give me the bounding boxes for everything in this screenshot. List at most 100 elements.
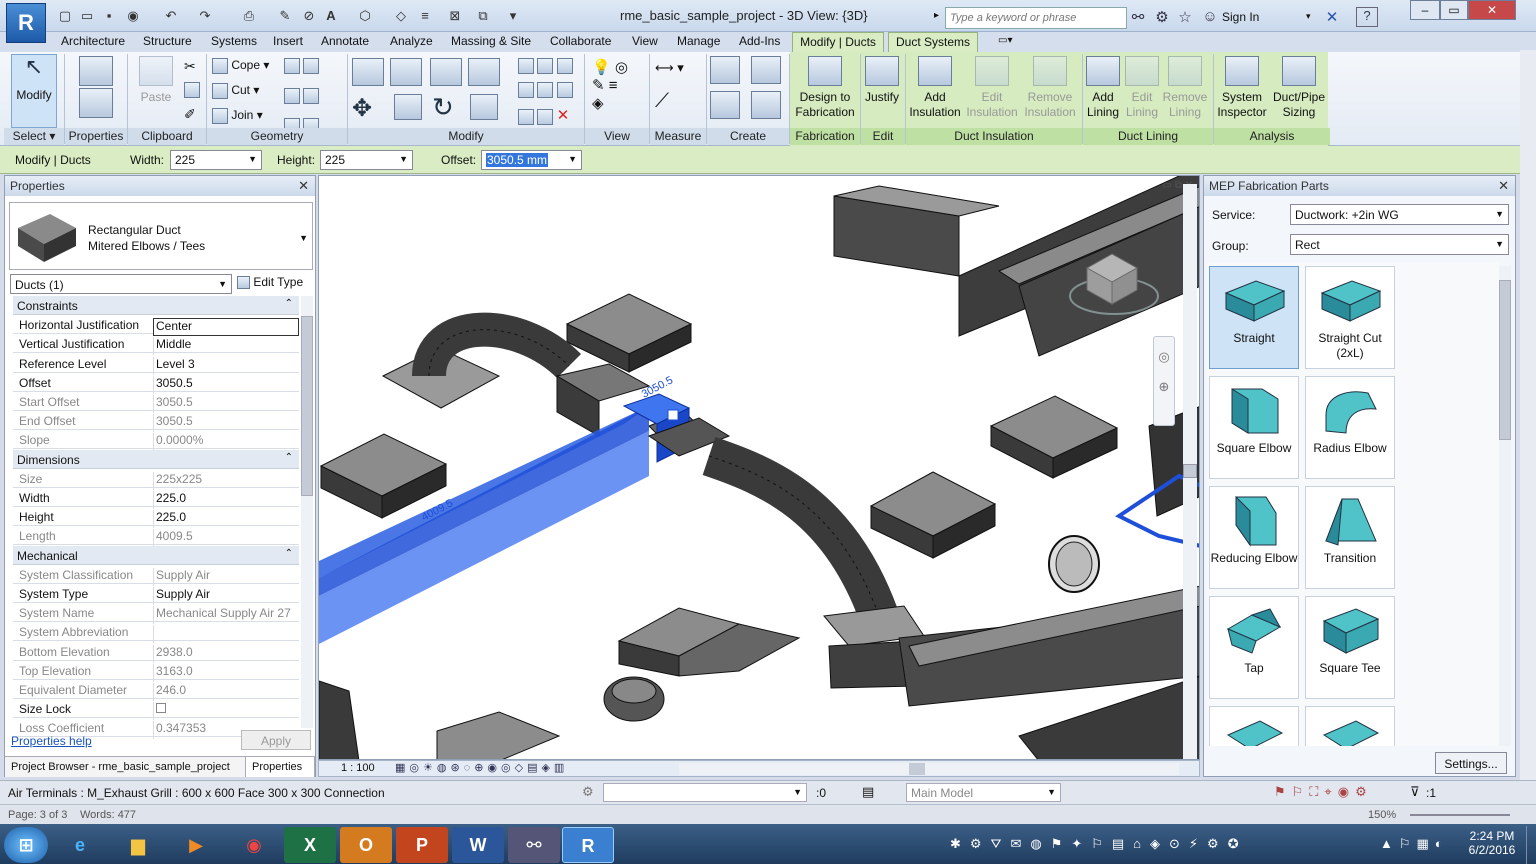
offset-icon[interactable] — [390, 58, 422, 86]
part-tap[interactable]: Tap — [1209, 596, 1299, 699]
scrollbar-thumb[interactable] — [1183, 464, 1197, 478]
clock[interactable]: 2:24 PM 6/2/2016 — [1462, 829, 1522, 857]
create-similar-icon[interactable] — [710, 56, 740, 84]
group-select[interactable]: Rect ▼ — [1290, 234, 1509, 255]
powerpoint-icon[interactable]: P — [396, 827, 448, 863]
hide-bulb-icon[interactable]: 💡 — [592, 59, 611, 76]
trim-extend-icon[interactable] — [470, 94, 498, 120]
array-icon[interactable] — [518, 82, 573, 98]
scrollbar-thumb[interactable] — [909, 763, 925, 775]
tab-analyze[interactable]: Analyze — [390, 34, 433, 48]
part-straight-cut[interactable]: Straight Cut (2xL) — [1305, 266, 1395, 369]
tab-view[interactable]: View — [632, 34, 658, 48]
system-tray-icons[interactable]: ✱⚙⛛✉◍⚑✦⚐▤⌂◈⊙⚡⚙✪ — [950, 836, 1310, 854]
part-transition[interactable]: Transition — [1305, 486, 1395, 589]
scale-icon[interactable]: ✕ — [518, 106, 569, 125]
help-search-input[interactable]: Type a keyword or phrase — [945, 7, 1127, 29]
properties-scrollbar[interactable] — [301, 296, 313, 728]
measure-icon[interactable]: ✎ — [276, 7, 294, 25]
property-row[interactable]: System Type Supply Air — [13, 584, 299, 605]
start-button[interactable]: ⊞ — [4, 827, 48, 863]
property-row[interactable]: Vertical Justification Middle — [13, 334, 299, 356]
collapse-icon[interactable]: ⌃ — [285, 548, 293, 559]
modify-tool-button[interactable]: ↖ Modify — [11, 54, 57, 128]
property-row[interactable]: System Classification Supply Air — [13, 565, 299, 586]
close-icon[interactable]: ✕ — [1498, 178, 1509, 194]
scrollbar-thumb[interactable] — [1499, 280, 1511, 440]
ribbon-minimize-icon[interactable]: ▭▾ — [998, 35, 1012, 46]
sync-icon[interactable]: ◉ — [124, 7, 142, 25]
part-square-tee[interactable]: Square Tee — [1305, 596, 1395, 699]
qat-dropdown-icon[interactable]: ▾ — [504, 7, 522, 25]
part-radius-elbow[interactable]: Radius Elbow — [1305, 376, 1395, 479]
remove-lining-button[interactable]: Remove Lining — [1162, 56, 1208, 120]
internet-explorer-icon[interactable]: e — [54, 827, 106, 863]
view-scale[interactable]: 1 : 100 — [341, 762, 375, 774]
maximize-button[interactable]: ▭ — [1440, 0, 1468, 20]
create-assembly-icon[interactable] — [751, 91, 782, 119]
favorites-star-icon[interactable]: ☆ — [1175, 8, 1195, 26]
split-face-icon[interactable] — [284, 58, 300, 74]
copy-icon[interactable] — [184, 82, 200, 98]
paint-icon[interactable] — [303, 58, 320, 74]
match-properties-icon[interactable]: ✐ — [184, 106, 196, 123]
width-select[interactable]: 225 ▼ — [170, 150, 262, 170]
sign-in-dropdown-icon[interactable]: ▾ — [1306, 11, 1311, 22]
help-icon[interactable]: ? — [1356, 7, 1378, 27]
cut-geometry-button[interactable]: Cut ▾ — [212, 83, 259, 99]
view-control-icons[interactable]: ▦◎☀◍⊛◌⊕◉◎◇▤◈▥ — [395, 761, 568, 774]
remove-insulation-button[interactable]: Remove Insulation — [1022, 56, 1078, 120]
create-group-icon[interactable] — [751, 56, 782, 84]
service-select[interactable]: Ductwork: +2in WG ▼ — [1290, 204, 1509, 225]
property-row[interactable]: Height 225.0 — [13, 507, 299, 529]
thin-lines-icon[interactable]: ≡ — [416, 7, 434, 25]
property-row[interactable]: Width 225.0 — [13, 488, 299, 509]
part-more[interactable] — [1209, 706, 1299, 746]
zoom-icon[interactable]: ⊕ — [1154, 379, 1174, 395]
tab-manage[interactable]: Manage — [677, 34, 720, 48]
cut-scissors-icon[interactable]: ✂ — [184, 58, 196, 75]
collapse-icon[interactable]: ⌃ — [285, 298, 293, 309]
duct-pipe-sizing-button[interactable]: Duct/Pipe Sizing — [1270, 56, 1328, 120]
rotate-icon[interactable]: ↻ — [432, 92, 454, 123]
tab-add-ins[interactable]: Add-Ins — [739, 34, 780, 48]
show-desktop-button[interactable] — [1526, 826, 1536, 864]
chrome-icon[interactable]: ◉ — [228, 827, 280, 863]
property-row[interactable]: Top Elevation 3163.0 — [13, 661, 299, 682]
outlook-icon[interactable]: O — [340, 827, 392, 863]
part-straight[interactable]: Straight — [1209, 266, 1299, 369]
property-row[interactable]: Equivalent Diameter 246.0 — [13, 680, 299, 701]
property-row[interactable]: Length 4009.5 — [13, 526, 299, 548]
word-icon[interactable]: W — [452, 827, 504, 863]
binoculars-icon[interactable]: ⚯ — [1128, 8, 1148, 26]
edit-type-button[interactable]: Edit Type — [237, 275, 303, 290]
instance-filter-select[interactable]: Ducts (1) ▼ — [10, 274, 232, 294]
property-row[interactable]: System Name Mechanical Supply Air 27 — [13, 603, 299, 625]
delete-icon[interactable]: ✕ — [557, 107, 570, 124]
collapse-icon[interactable]: ⌃ — [285, 452, 293, 463]
property-row[interactable]: End Offset 3050.5 — [13, 411, 299, 433]
exchange-apps-icon[interactable]: ✕ — [1322, 8, 1342, 26]
zoom-slider[interactable] — [1410, 814, 1510, 816]
tab-collaborate[interactable]: Collaborate — [550, 34, 611, 48]
size-lock-checkbox[interactable] — [156, 703, 166, 714]
property-group-dimensions[interactable]: Dimensions ⌃ — [13, 449, 299, 469]
switch-windows-icon[interactable]: ⧉ — [474, 7, 492, 25]
apply-button[interactable]: Apply — [241, 730, 311, 750]
split-icon[interactable] — [518, 58, 573, 74]
join-button[interactable]: Join ▾ — [212, 108, 263, 124]
property-row[interactable]: Offset 3050.5 — [13, 373, 299, 394]
file-explorer-icon[interactable]: ▆ — [112, 827, 164, 863]
folder-icon[interactable]: ▭ — [78, 7, 96, 25]
cope-button[interactable]: Cope ▾ — [212, 58, 269, 74]
close-hidden-icon[interactable]: ⊠ — [446, 7, 464, 25]
property-row[interactable]: Horizontal Justification Center — [13, 315, 299, 337]
paste-button[interactable]: Paste — [136, 56, 176, 105]
add-lining-button[interactable]: Add Lining — [1084, 56, 1122, 120]
override-graphics-icon[interactable]: ◎ — [615, 59, 628, 76]
wall-joins-icon[interactable] — [284, 88, 300, 104]
tab-structure[interactable]: Structure — [143, 34, 192, 48]
aligned-dimension-icon[interactable]: ⟷ ▾ — [655, 60, 684, 76]
excel-icon[interactable]: X — [284, 827, 336, 863]
property-row[interactable]: Reference Level Level 3 — [13, 354, 299, 375]
